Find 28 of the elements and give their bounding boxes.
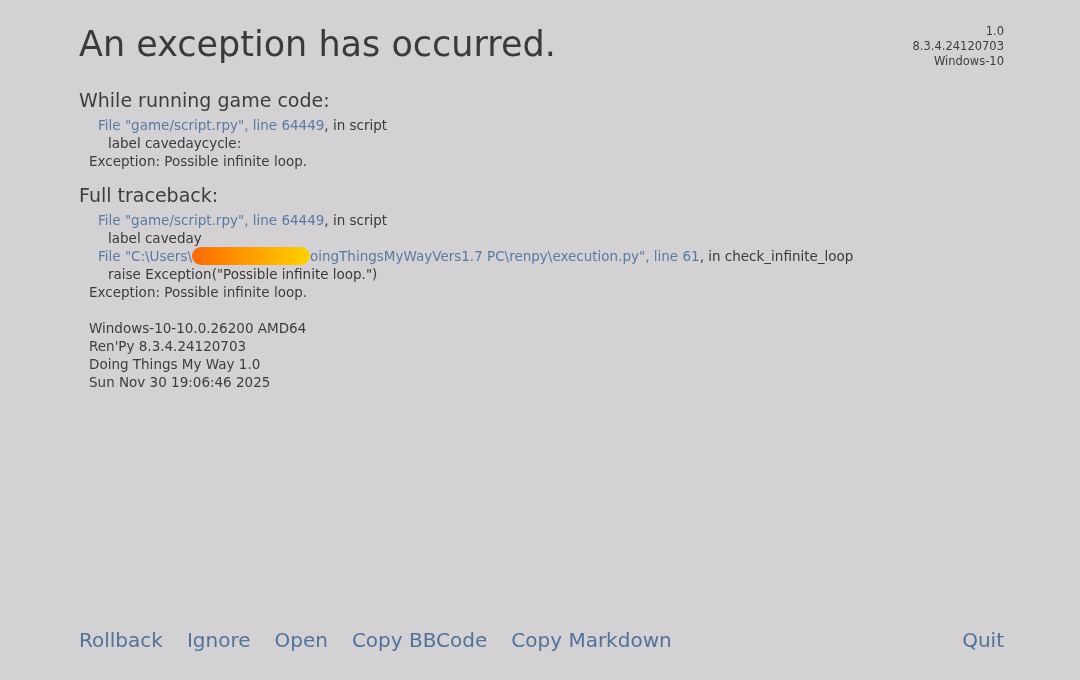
section-heading: Full traceback: xyxy=(79,184,220,206)
code-line: raise Exception("Possible infinite loop.") xyxy=(107,265,379,283)
code-line: label caveday xyxy=(107,229,203,247)
section-heading: While running game code: xyxy=(79,89,331,111)
version-text: 1.0 xyxy=(985,24,1004,39)
action-button[interactable]: Open xyxy=(274,628,328,652)
system-info-line: Windows-10-10.0.26200 AMD64 xyxy=(88,319,308,337)
quit-button[interactable]: Quit xyxy=(962,628,1004,652)
version-text: 8.3.4.24120703 xyxy=(912,39,1004,54)
file-link[interactable]: File "game/script.rpy", line 64449 xyxy=(98,211,325,229)
action-button[interactable]: Copy BBCode xyxy=(351,628,488,652)
exception-message: Exception: Possible infinite loop. xyxy=(88,283,309,301)
action-button[interactable]: Rollback xyxy=(79,628,163,652)
code-line: label cavedaycycle: xyxy=(107,134,243,152)
file-link[interactable]: oingThingsMyWayVers1.7 PC\renpy\execution.py", line 61 xyxy=(309,247,700,265)
system-info-line: Ren'Py 8.3.4.24120703 xyxy=(88,337,248,355)
frame-context: , in script xyxy=(324,211,388,229)
file-link[interactable]: File "game/script.rpy", line 64449 xyxy=(98,116,325,134)
action-button[interactable]: Copy Markdown xyxy=(511,628,672,652)
version-text: Windows-10 xyxy=(933,54,1004,69)
system-info-line: Sun Nov 30 19:06:46 2025 xyxy=(88,373,272,391)
error-title: An exception has occurred. xyxy=(79,24,556,64)
frame-context: , in check_infinite_loop xyxy=(699,247,854,265)
system-info-line: Doing Things My Way 1.0 xyxy=(88,355,262,373)
frame-context: , in script xyxy=(324,116,388,134)
file-link[interactable]: File "C:\Users\ xyxy=(98,247,192,265)
exception-message: Exception: Possible infinite loop. xyxy=(88,152,309,170)
action-button[interactable]: Ignore xyxy=(186,628,251,652)
